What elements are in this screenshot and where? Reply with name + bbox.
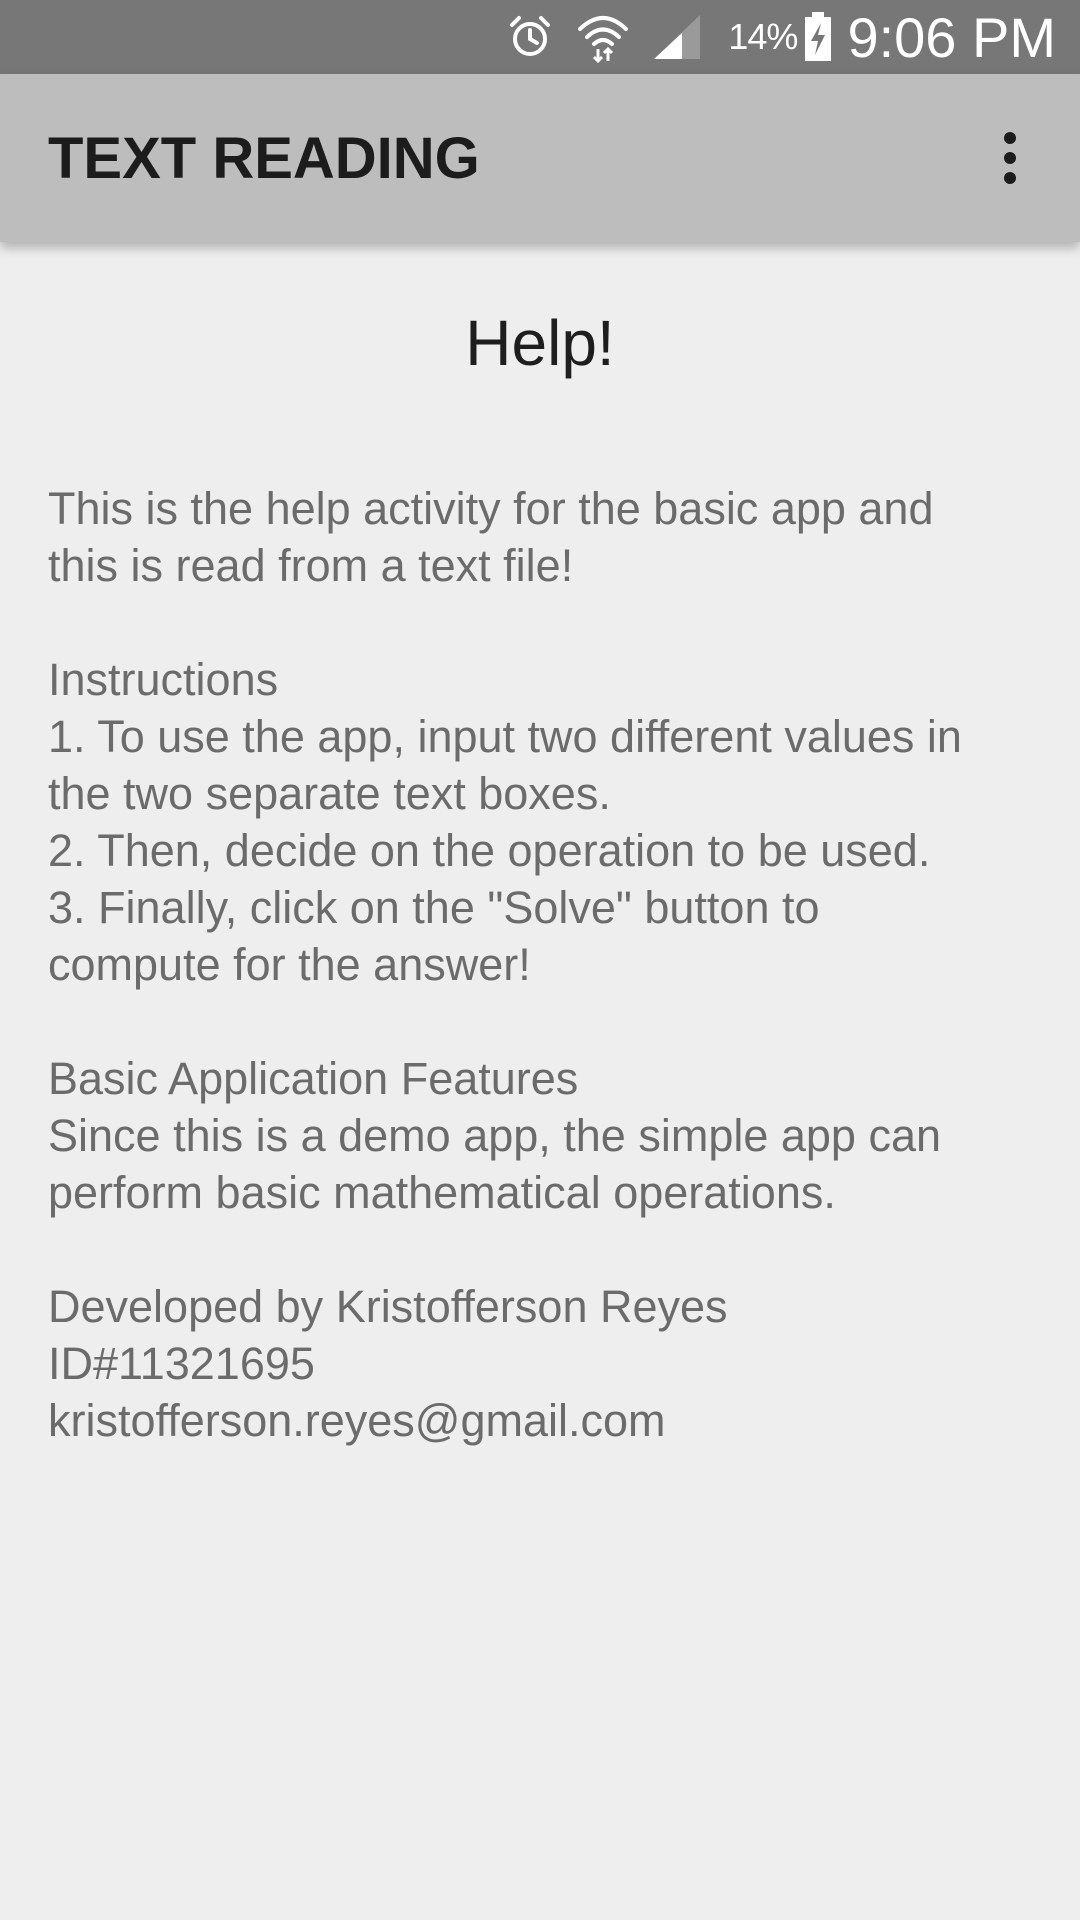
intro-line: This is the help activity for the basic …	[48, 483, 934, 534]
instructions-heading: Instructions	[48, 654, 279, 705]
help-screen: 14% 9:06 PM TEXT READING Help! This is t…	[0, 0, 1080, 1920]
instruction-step: 1. To use the app, input two different v…	[48, 711, 962, 762]
overflow-dot	[1004, 132, 1016, 144]
status-clock: 9:06 PM	[847, 5, 1056, 69]
status-bar: 14% 9:06 PM	[0, 0, 1080, 74]
more-vert-icon[interactable]	[980, 118, 1040, 198]
app-bar: TEXT READING	[0, 74, 1080, 242]
developer-id: ID#11321695	[48, 1338, 315, 1389]
alarm-clock-icon	[506, 13, 554, 61]
instruction-step: 2. Then, decide on the operation to be u…	[48, 825, 931, 876]
instruction-step: the two separate text boxes.	[48, 768, 611, 819]
help-content: Help! This is the help activity for the …	[0, 242, 1080, 1449]
page-title: Help!	[465, 307, 615, 379]
developer-email: kristofferson.reyes@gmail.com	[48, 1395, 666, 1446]
battery-charging-icon	[803, 11, 833, 63]
features-heading: Basic Application Features	[48, 1053, 579, 1104]
cell-signal-icon	[652, 13, 702, 61]
features-line: perform basic mathematical operations.	[48, 1167, 836, 1218]
app-title: TEXT READING	[48, 125, 480, 191]
overflow-dot	[1004, 172, 1016, 184]
developer-credit: Developed by Kristofferson Reyes	[48, 1281, 728, 1332]
overflow-dot	[1004, 152, 1016, 164]
instruction-step: compute for the answer!	[48, 939, 531, 990]
battery-percent: 14%	[728, 16, 798, 57]
instruction-step: 3. Finally, click on the "Solve" button …	[48, 882, 820, 933]
wifi-icon	[576, 11, 630, 63]
help-text: This is the help activity for the basic …	[48, 480, 1032, 1449]
intro-line: this is read from a text file!	[48, 540, 574, 591]
features-line: Since this is a demo app, the simple app…	[48, 1110, 942, 1161]
